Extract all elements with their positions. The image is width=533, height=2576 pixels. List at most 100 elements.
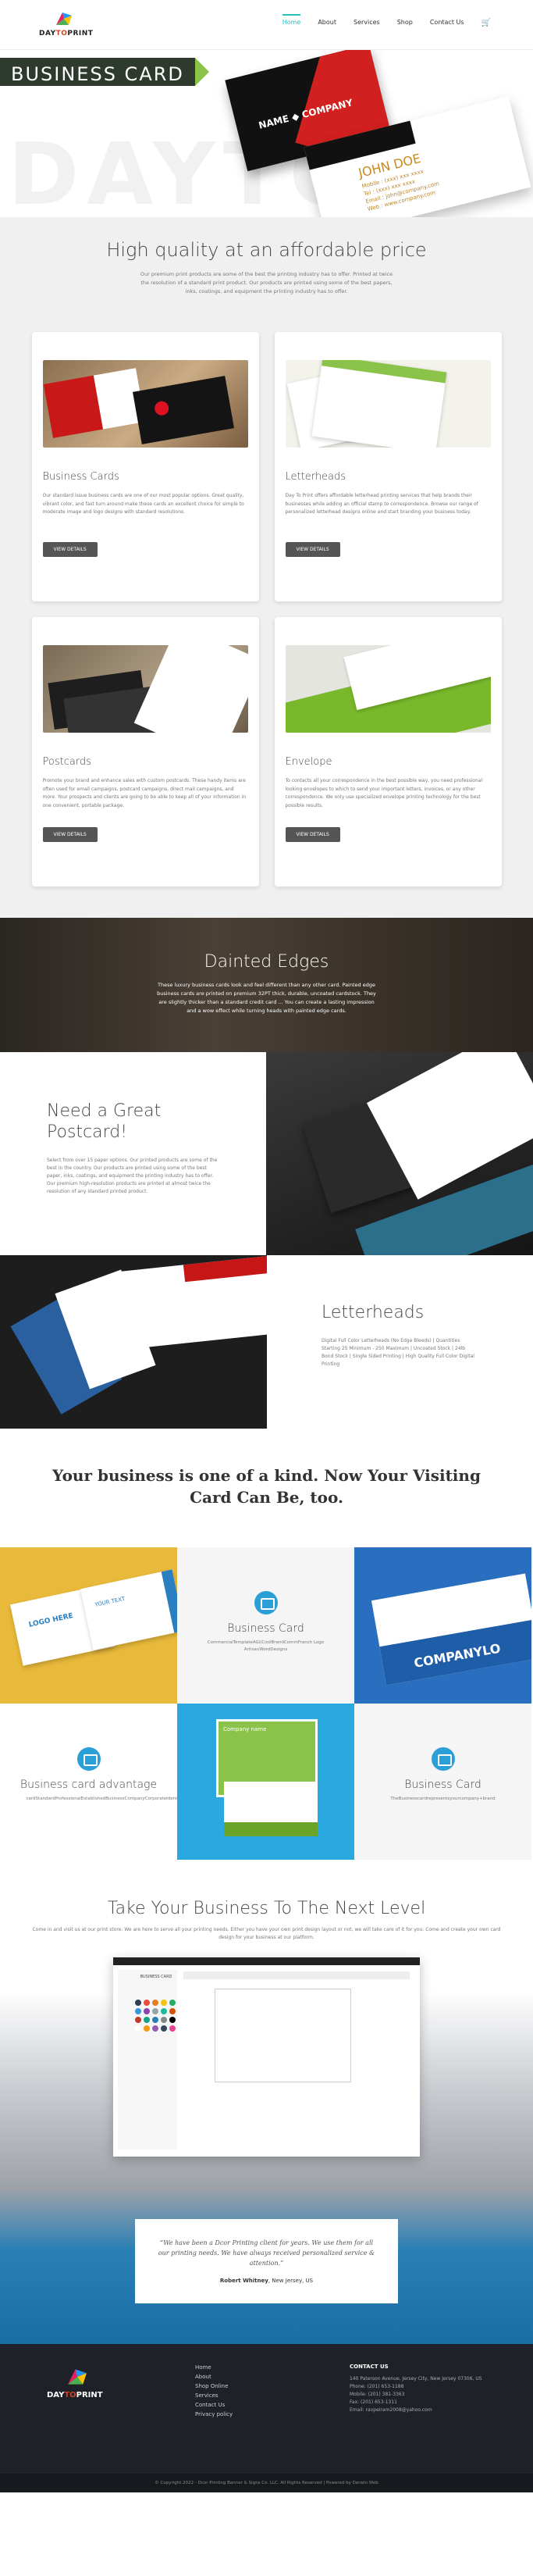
tile-business-card-2: Business Card TheBusinesscardrepresentsy… (354, 1704, 531, 1860)
color-swatch[interactable] (169, 2017, 176, 2023)
product-card-envelope: Envelope To contacts all your correspond… (274, 617, 502, 887)
color-swatch[interactable] (144, 2025, 150, 2032)
hero-card-name: NAME ◆ COMPANY (257, 97, 354, 131)
color-swatch[interactable] (161, 2017, 167, 2023)
letterhead-text: Digital Full Color Letterheads (No Edge … (322, 1338, 474, 1367)
site-logo[interactable]: DAYTOPRINT (39, 11, 93, 41)
copyright-bar: © Copyright 2022 - Dcor Printing Banner … (0, 2474, 533, 2492)
hero-title: BUSINESS CARD (11, 63, 184, 85)
tile-title: Business Card (404, 1779, 481, 1791)
tile-logo-card: LOGO HERE YOUR TEXT (0, 1547, 177, 1704)
banner-heading: Dainted Edges (204, 952, 329, 972)
letterhead-image (0, 1255, 267, 1429)
cart-icon[interactable]: 🛒 (481, 19, 491, 27)
your-text: YOUR TEXT (94, 1595, 126, 1608)
footer-link-home[interactable]: Home (195, 2363, 233, 2372)
postcard-image (266, 1052, 533, 1255)
nav-home[interactable]: Home (282, 14, 301, 27)
color-swatch[interactable] (169, 2008, 176, 2014)
editor-canvas[interactable] (215, 1989, 351, 2082)
color-swatch[interactable] (169, 2000, 176, 2006)
product-text: To contacts all your correspondence in t… (285, 778, 483, 808)
color-swatches (135, 2000, 177, 2032)
contact-phone: Phone: (201) 653-1188 (350, 2384, 404, 2389)
letterhead-heading: Letterheads (322, 1303, 425, 1322)
next-level-section: Take Your Business To The Next Level Com… (0, 1860, 533, 2188)
nav-shop[interactable]: Shop (397, 19, 413, 27)
tile-title: Business Card (227, 1622, 304, 1635)
tile-company-logo: COMPANYLO (354, 1547, 531, 1704)
contact-email[interactable]: Email: ravpeiram2008@yahoo.com (350, 2407, 482, 2414)
letterhead-section: Letterheads Digital Full Color Letterhea… (0, 1255, 533, 1429)
contact-address: 140 Paterson Avenue, Jersey City, New Je… (350, 2376, 482, 2382)
headline-section: Your business is one of a kind. Now Your… (0, 1429, 533, 1547)
site-footer: DAYTOPRINT Home About Shop Online Servic… (0, 2344, 533, 2474)
color-swatch[interactable] (135, 2017, 141, 2023)
postcard-text-block: Need a Great Postcard! Select from over … (0, 1052, 266, 1255)
tile-business-card-1: Business Card CommercialTemplateAGi(Cool… (177, 1547, 354, 1704)
logo-text: DAYTOPRINT (39, 30, 94, 37)
banner-text: These luxury business cards look and fee… (157, 982, 376, 1014)
color-swatch[interactable] (152, 2000, 158, 2006)
footer-link-shop[interactable]: Shop Online (195, 2382, 233, 2391)
product-card-postcards: Postcards Promote your brand and enhance… (31, 617, 259, 887)
hero-title-ribbon: BUSINESS CARD (0, 58, 209, 86)
color-swatch[interactable] (152, 2025, 158, 2032)
nav-contact[interactable]: Contact Us (430, 19, 464, 27)
card-editor-preview[interactable]: BUSINESS CARD (113, 1957, 420, 2157)
color-swatch[interactable] (144, 2017, 150, 2023)
tile-title: Business card advantage (20, 1779, 158, 1791)
contact-fax: Fax: (201) 653-1311 (350, 2399, 397, 2405)
site-header: DAYTOPRINT Home About Services Shop Cont… (0, 0, 533, 50)
color-swatch[interactable] (161, 2000, 167, 2006)
footer-link-contact[interactable]: Contact Us (195, 2400, 233, 2410)
color-swatch[interactable] (144, 2000, 150, 2006)
company-logo-text: COMPANYLO (413, 1640, 502, 1671)
product-title: Envelope (285, 756, 332, 768)
product-text: Promote your brand and enhance sales wit… (42, 778, 247, 808)
color-swatch[interactable] (135, 2025, 141, 2032)
logo-mark-icon (68, 2369, 87, 2385)
view-details-button[interactable]: VIEW DETAILS (285, 827, 340, 842)
color-swatch[interactable] (135, 2000, 141, 2006)
editor-tools-panel: BUSINESS CARD (118, 1970, 177, 2150)
contact-heading: CONTACT US (350, 2364, 389, 2370)
color-swatch[interactable] (169, 2025, 176, 2032)
page: DAYTOPRINT Home About Services Shop Cont… (0, 0, 533, 2492)
color-swatch[interactable] (152, 2017, 158, 2023)
view-details-button[interactable]: VIEW DETAILS (42, 542, 98, 557)
editor-toolbar (183, 1971, 410, 1979)
testimonial-section: We have been a Dcor Printing client for … (0, 2188, 533, 2344)
color-swatch[interactable] (161, 2008, 167, 2014)
nav-services[interactable]: Services (354, 19, 380, 27)
postcard-text: Select from over 15 paper options. Our p… (47, 1158, 218, 1194)
card-showcase-grid: LOGO HERE YOUR TEXT Business Card Commer… (0, 1547, 533, 1860)
company-name-text: Company name (223, 1726, 267, 1732)
color-swatch[interactable] (135, 2008, 141, 2014)
view-details-button[interactable]: VIEW DETAILS (285, 542, 340, 557)
tile-text: TheBusinesscardrepresentsyourcompany+bra… (390, 1796, 496, 1801)
next-level-heading: Take Your Business To The Next Level (107, 1899, 426, 1918)
envelope-image (285, 645, 491, 733)
intro-text: Our premium print products are some of t… (140, 271, 393, 294)
footer-logo[interactable]: DAYTOPRINT (47, 2367, 109, 2407)
main-nav: Home About Services Shop Contact Us 🛒 (282, 14, 491, 27)
color-swatch[interactable] (152, 2008, 158, 2014)
editor-tab: BUSINESS CARD (140, 1975, 172, 1979)
intro-heading: High quality at an affordable price (106, 239, 427, 261)
card-icon (76, 1747, 101, 1771)
postcard-section: Need a Great Postcard! Select from over … (0, 1052, 533, 1255)
footer-link-about[interactable]: About (195, 2372, 233, 2382)
card-icon (431, 1747, 455, 1771)
contact-mobile: Mobile: (201) 381-3363 (350, 2392, 405, 2397)
footer-link-privacy[interactable]: Privacy policy (195, 2410, 233, 2419)
color-swatch[interactable] (144, 2008, 150, 2014)
card-icon (254, 1591, 278, 1614)
nav-about[interactable]: About (318, 19, 336, 27)
color-swatch[interactable] (161, 2025, 167, 2032)
product-card-letterheads: Letterheads Day To Print offers affordab… (274, 332, 502, 601)
view-details-button[interactable]: VIEW DETAILS (42, 827, 98, 842)
footer-logo-text: DAYTOPRINT (47, 2391, 103, 2399)
tile-green-card: Company name (177, 1704, 354, 1860)
footer-link-services[interactable]: Services (195, 2391, 233, 2400)
